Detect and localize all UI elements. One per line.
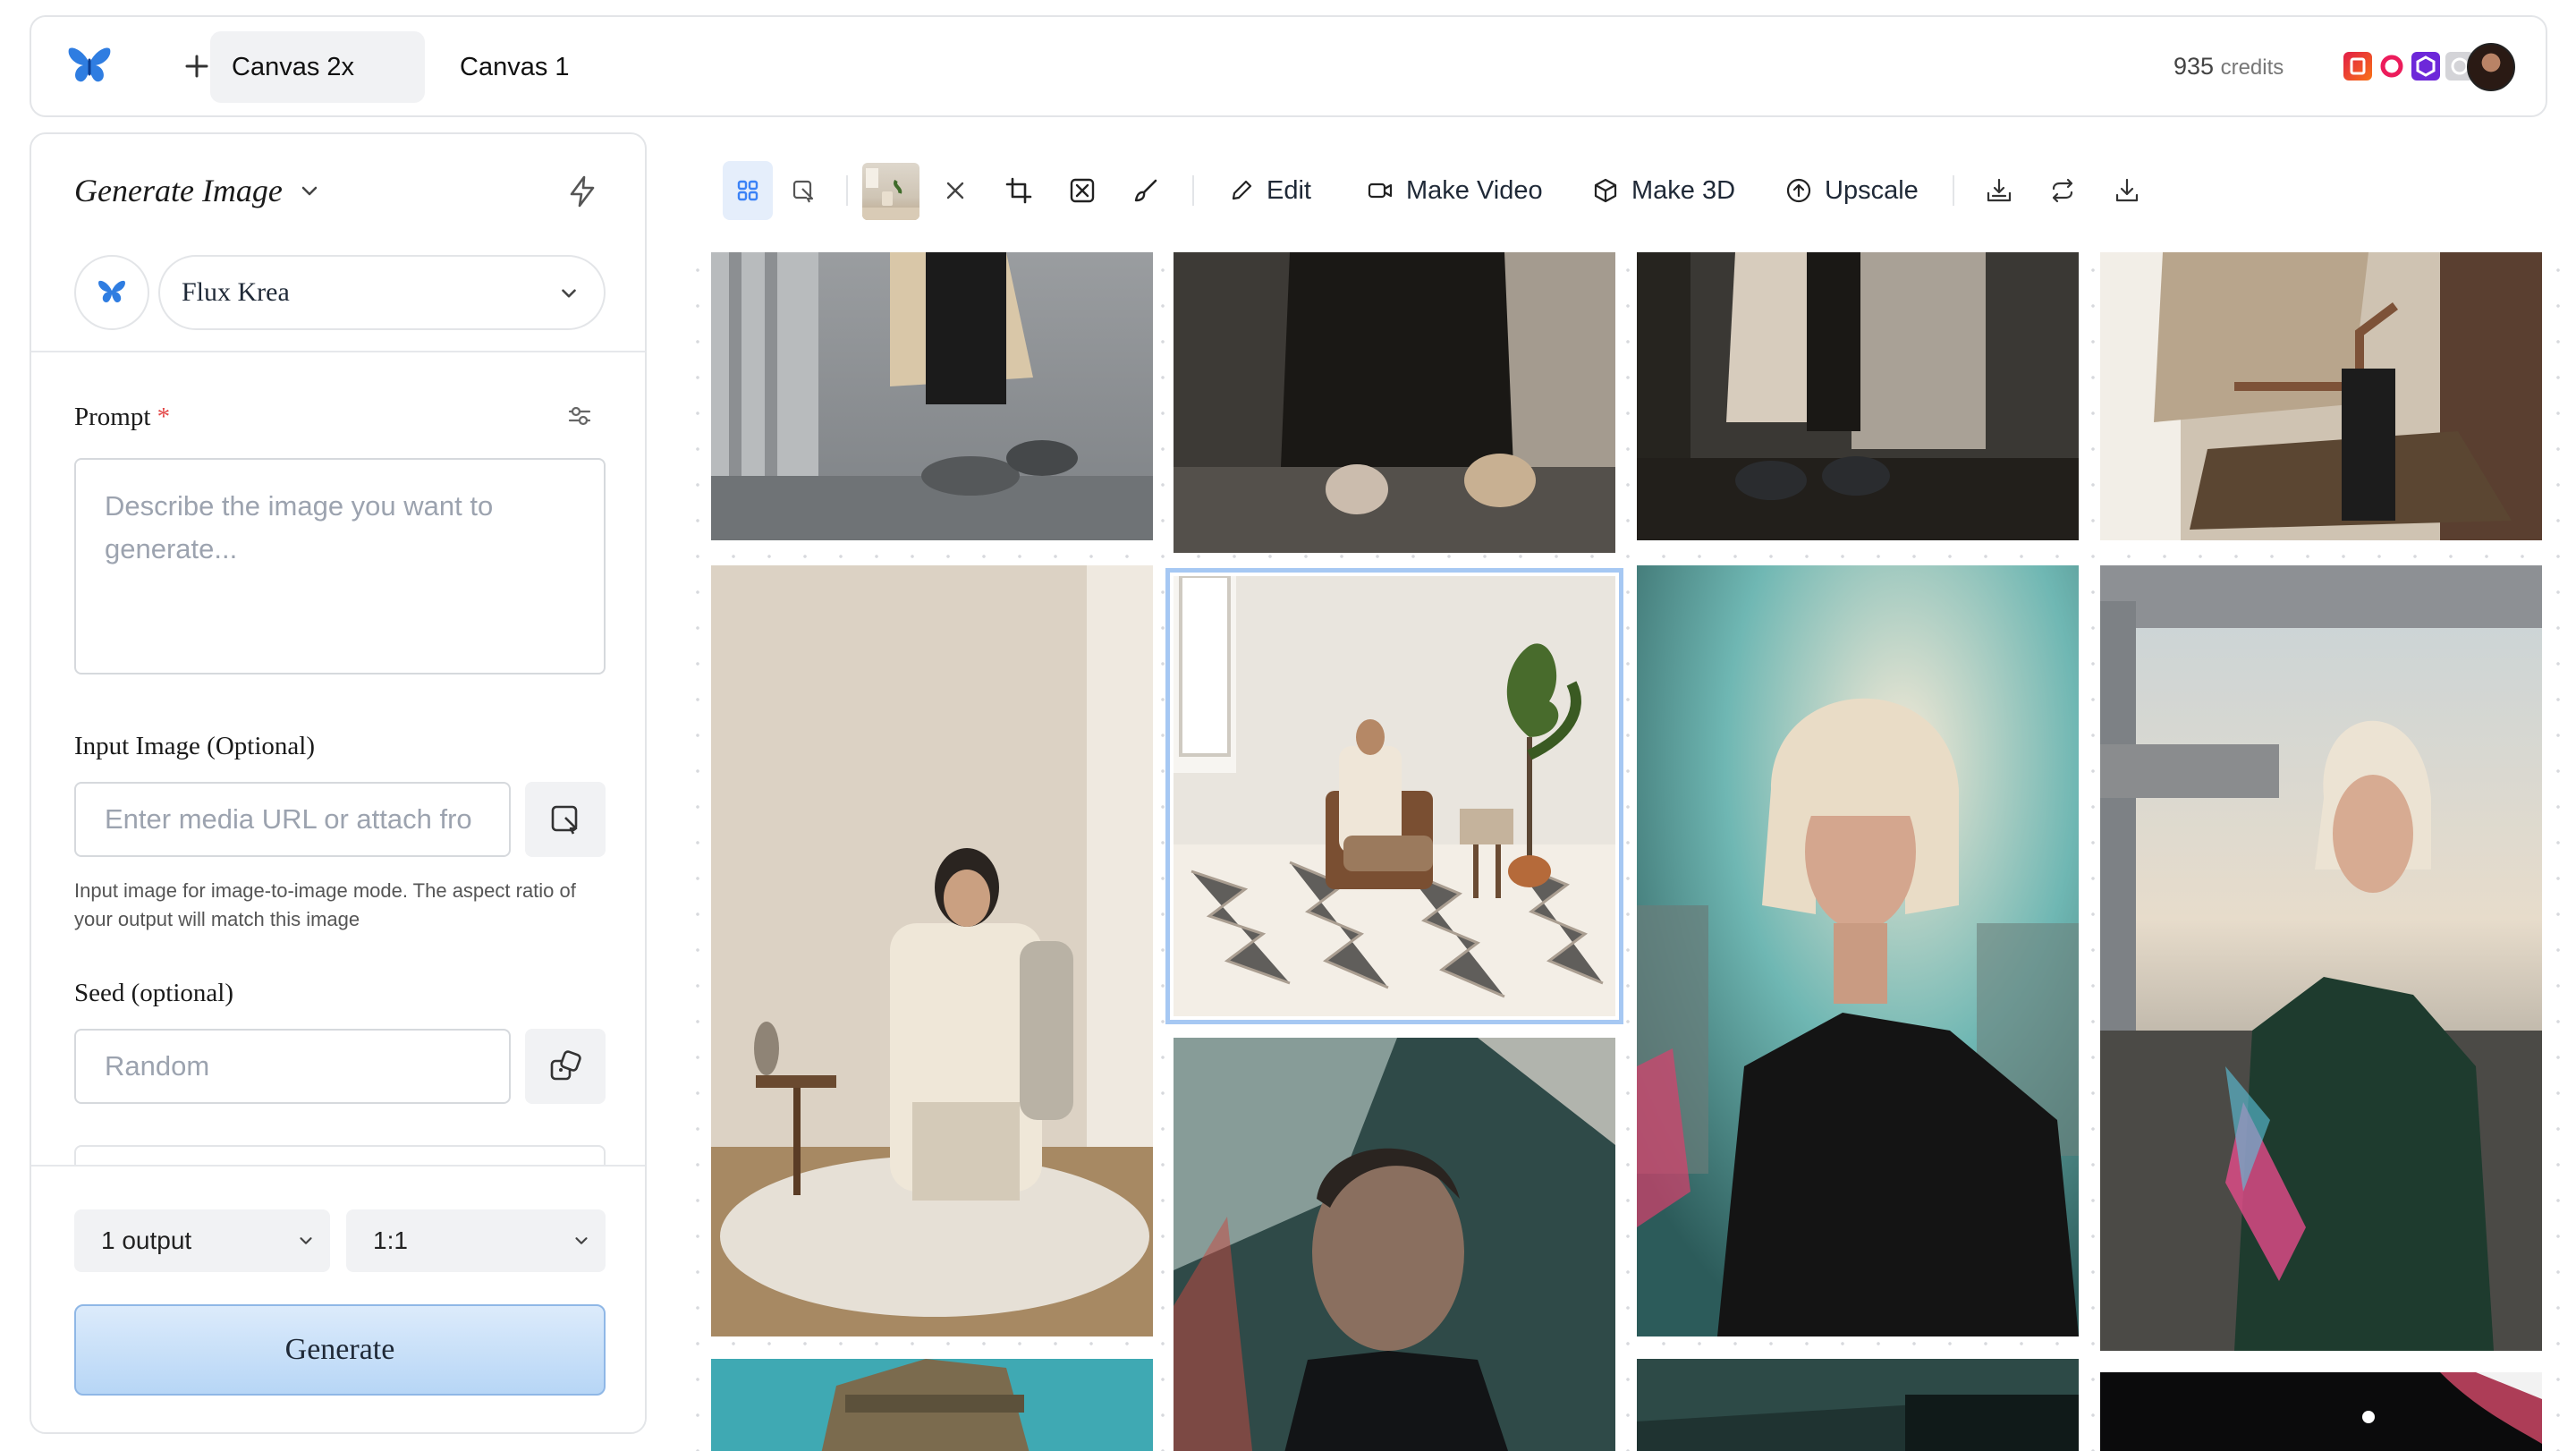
butterfly-icon xyxy=(98,280,125,303)
plus-icon xyxy=(185,55,208,78)
selected-generated-image[interactable] xyxy=(1165,568,1623,1024)
upscale-button[interactable]: Upscale xyxy=(1785,161,1919,220)
app-icon-pink[interactable] xyxy=(2377,52,2406,81)
edit-button[interactable]: Edit xyxy=(1229,161,1311,220)
input-image-url-field[interactable]: Enter media URL or attach fro xyxy=(74,782,511,857)
prompt-placeholder: Describe the image you want to generate.… xyxy=(105,490,494,564)
divider xyxy=(31,1165,645,1167)
seed-placeholder: Random xyxy=(105,1050,210,1082)
credits-counter[interactable]: 935 credits xyxy=(2174,53,2284,81)
butterfly-logo-icon[interactable] xyxy=(65,44,114,89)
regenerate-button[interactable] xyxy=(2038,161,2088,220)
dice-icon xyxy=(550,1050,581,1081)
image-select-icon xyxy=(551,805,578,835)
generated-image[interactable] xyxy=(1637,565,2079,1336)
app-icons xyxy=(2343,52,2474,81)
avatar[interactable] xyxy=(2467,43,2515,91)
close-icon xyxy=(946,182,964,199)
cursor-select-icon xyxy=(792,180,814,203)
required-marker: * xyxy=(157,403,171,431)
deselect-button[interactable] xyxy=(930,161,980,220)
tab-canvas-2x[interactable]: Canvas 2x xyxy=(210,31,425,103)
crop-button[interactable] xyxy=(994,161,1044,220)
tab-label: Canvas 1 xyxy=(460,52,570,81)
grid-icon xyxy=(737,180,758,201)
generated-image[interactable] xyxy=(2100,252,2542,540)
save-to-library-button[interactable] xyxy=(1974,161,2024,220)
select-tool-button[interactable] xyxy=(778,161,828,220)
random-seed-button[interactable] xyxy=(525,1029,606,1104)
chevron-down-icon xyxy=(575,1237,588,1244)
prompt-label: Prompt * xyxy=(74,403,170,432)
generated-image[interactable] xyxy=(1637,1359,2079,1451)
generate-panel: Generate Image Flux Krea Prompt * Descri… xyxy=(30,132,647,1434)
generated-image[interactable] xyxy=(711,565,1153,1336)
model-select[interactable]: Flux Krea xyxy=(158,255,606,330)
tray-download-icon xyxy=(1987,178,2012,202)
input-image-label: Input Image (Optional) xyxy=(74,732,315,760)
toolbar-divider xyxy=(1953,175,1954,206)
crop-icon xyxy=(1005,177,1032,204)
generated-image[interactable] xyxy=(1637,252,2079,540)
image-canvas[interactable] xyxy=(680,252,2576,1451)
tab-label: Canvas 2x xyxy=(232,52,355,81)
toolbar-divider xyxy=(846,175,848,206)
generated-image[interactable] xyxy=(711,252,1153,540)
brush-button[interactable] xyxy=(1121,161,1171,220)
aspect-ratio-value: 1:1 xyxy=(373,1226,408,1254)
seed-input[interactable]: Random xyxy=(74,1029,511,1104)
generated-image[interactable] xyxy=(1174,252,1615,553)
model-name: Flux Krea xyxy=(182,277,290,307)
tab-canvas-1[interactable]: Canvas 1 xyxy=(438,31,617,103)
repeat-icon xyxy=(2052,178,2073,203)
input-image-placeholder: Enter media URL or attach fro xyxy=(105,803,472,835)
generate-button[interactable]: Generate xyxy=(74,1304,606,1396)
pencil-icon xyxy=(1232,180,1252,200)
outputs-value: 1 output xyxy=(101,1226,192,1254)
model-logo[interactable] xyxy=(74,255,149,330)
video-camera-icon xyxy=(1368,182,1393,199)
chevron-down-icon xyxy=(300,1237,312,1244)
remove-background-icon xyxy=(1070,178,1095,203)
upscale-label: Upscale xyxy=(1825,175,1919,205)
seed-label: Seed (optional) xyxy=(74,979,233,1007)
cube-icon xyxy=(1594,178,1617,203)
generated-image[interactable] xyxy=(2100,1372,2542,1451)
aspect-ratio-select[interactable]: 1:1 xyxy=(346,1209,606,1272)
chevron-down-icon xyxy=(562,289,576,298)
brush-icon xyxy=(1134,179,1157,202)
download-icon xyxy=(2115,178,2139,202)
credits-value: 935 xyxy=(2174,53,2215,80)
prompt-input[interactable]: Describe the image you want to generate.… xyxy=(74,458,606,675)
credits-label: credits xyxy=(2220,55,2284,80)
edit-label: Edit xyxy=(1267,175,1311,205)
make-video-label: Make Video xyxy=(1406,175,1543,205)
generated-image[interactable] xyxy=(1174,1038,1615,1451)
toolbar-divider xyxy=(1192,175,1194,206)
sliders-icon[interactable] xyxy=(566,403,593,434)
top-bar: Canvas 2x Canvas 1 935 credits xyxy=(30,15,2547,117)
divider xyxy=(31,351,645,352)
remove-background-button[interactable] xyxy=(1057,161,1107,220)
selected-image-thumbnail[interactable] xyxy=(862,163,919,220)
outputs-select[interactable]: 1 output xyxy=(74,1209,330,1272)
generate-label: Generate xyxy=(284,1333,395,1366)
make-3d-label: Make 3D xyxy=(1631,175,1736,205)
input-image-help: Input image for image-to-image mode. The… xyxy=(74,879,576,930)
generated-image[interactable] xyxy=(711,1359,1153,1451)
panel-title: Generate Image xyxy=(74,173,283,208)
app-icon-red[interactable] xyxy=(2343,52,2372,81)
make-3d-button[interactable]: Make 3D xyxy=(1592,161,1735,220)
make-video-button[interactable]: Make Video xyxy=(1367,161,1543,220)
panel-header[interactable]: Generate Image xyxy=(74,172,320,209)
upscale-icon xyxy=(1786,178,1811,203)
prompt-label-text: Prompt xyxy=(74,403,151,431)
generated-image[interactable] xyxy=(2100,565,2542,1351)
attach-image-button[interactable] xyxy=(525,782,606,857)
app-icon-purple[interactable] xyxy=(2411,52,2440,81)
grid-view-button[interactable] xyxy=(723,161,773,220)
chevron-down-icon xyxy=(301,186,318,196)
download-button[interactable] xyxy=(2102,161,2152,220)
bolt-icon[interactable] xyxy=(564,174,600,209)
